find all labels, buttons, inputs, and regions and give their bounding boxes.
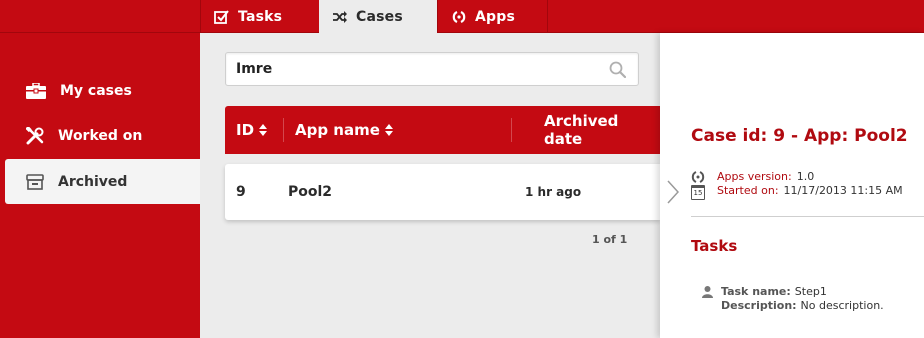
task-name-label: Task name: — [721, 284, 791, 298]
chevron-right-icon — [667, 180, 679, 204]
column-header-archived-date[interactable]: Archived date — [544, 106, 660, 154]
table-header: ID App name Archived date — [225, 106, 660, 154]
top-tab-bar: Tasks Cases Apps — [0, 0, 924, 33]
checkbox-icon — [214, 9, 229, 24]
shuffle-icon — [333, 10, 347, 23]
tools-icon — [26, 126, 44, 145]
sidebar: My cases Worked on Archived — [0, 33, 200, 338]
cell-id: 9 — [236, 184, 246, 200]
table-row[interactable]: 9 Pool2 1 hr ago — [225, 164, 660, 220]
tab-label: Apps — [475, 8, 516, 25]
tab-label: Tasks — [238, 8, 283, 25]
case-meta: 15 Apps version: 1.0 Started on: 11/17/2… — [691, 169, 903, 200]
column-label: Archived date — [544, 112, 619, 148]
column-label: App name — [295, 121, 380, 139]
sidebar-item-label: Worked on — [58, 127, 143, 144]
pagination-text: 1 of 1 — [592, 233, 628, 246]
divider — [691, 216, 924, 217]
task-item: Task name: Step1 Description: No descrip… — [702, 284, 884, 312]
tab-cases[interactable]: Cases — [319, 0, 437, 33]
archive-icon — [26, 173, 44, 190]
sidebar-item-worked-on[interactable]: Worked on — [5, 113, 200, 158]
tab-apps[interactable]: Apps — [437, 0, 548, 33]
case-title: Case id: 9 - App: Pool2 — [691, 126, 908, 146]
user-icon — [702, 286, 713, 298]
cell-app-name: Pool2 — [288, 184, 333, 200]
tab-tasks[interactable]: Tasks — [200, 0, 319, 33]
column-header-id[interactable]: ID — [236, 106, 268, 154]
sort-icon — [259, 124, 268, 136]
column-divider — [283, 118, 284, 142]
apps-version-label: Apps version: — [717, 169, 792, 183]
search-icon[interactable] — [609, 61, 627, 82]
search-input[interactable] — [226, 53, 586, 85]
sidebar-item-my-cases[interactable]: My cases — [5, 68, 200, 113]
tab-label: Cases — [356, 8, 403, 25]
case-list-panel: ID App name Archived date 9 Pool2 1 hr a… — [200, 33, 660, 338]
briefcase-icon — [26, 82, 46, 99]
column-header-app-name[interactable]: App name — [295, 106, 393, 154]
started-on-value: 11/17/2013 11:15 AM — [783, 183, 903, 197]
calendar-day: 15 — [693, 189, 703, 197]
search-box — [225, 52, 639, 86]
case-detail-panel: Case id: 9 - App: Pool2 15 Apps version:… — [660, 33, 924, 338]
task-description-label: Description: — [721, 298, 797, 312]
column-label: ID — [236, 121, 255, 139]
tasks-heading: Tasks — [691, 237, 738, 255]
task-description-value: No description. — [800, 298, 884, 312]
sort-icon — [384, 124, 393, 136]
apps-version-icon — [691, 171, 705, 183]
sidebar-item-archived[interactable]: Archived — [5, 159, 200, 204]
apps-version-value: 1.0 — [796, 169, 815, 183]
task-name-value: Step1 — [794, 284, 827, 298]
column-divider — [511, 118, 512, 142]
cell-archived-date: 1 hr ago — [525, 185, 582, 199]
calendar-icon: 15 — [691, 185, 705, 200]
sidebar-item-label: My cases — [60, 82, 132, 99]
apps-icon — [452, 10, 466, 24]
sidebar-item-label: Archived — [58, 173, 128, 190]
started-on-label: Started on: — [717, 183, 779, 197]
